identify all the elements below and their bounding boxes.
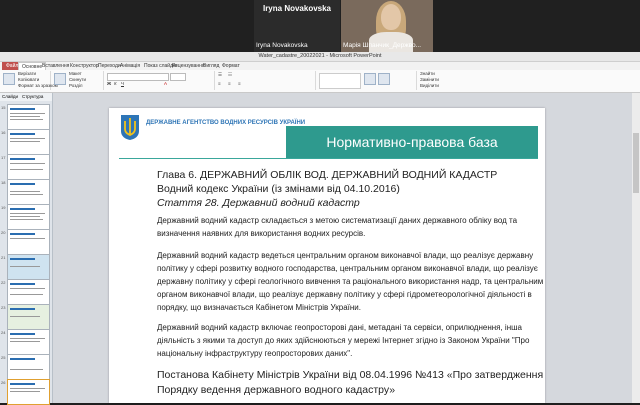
slide-thumbnail[interactable] [7, 279, 50, 305]
paragraph-line: державну політику у сфері геологічного в… [157, 277, 544, 286]
slide-number: 23 [1, 305, 6, 310]
slide-thumbnail[interactable] [7, 354, 50, 380]
slide-number: 22 [1, 280, 6, 285]
reset-button[interactable]: Скинути [69, 77, 86, 82]
slide-heading-banner: Нормативно-правова база [286, 126, 538, 158]
window-titlebar: Water_cadastre_20022021 - Microsoft Powe… [0, 52, 640, 62]
slide-heading: Нормативно-правова база [326, 134, 498, 150]
tab-transitions[interactable]: Переходи [98, 62, 121, 70]
slide-number: 26 [1, 380, 6, 385]
tab-insert[interactable]: Вставлення [42, 62, 69, 70]
window-title: Water_cadastre_20022021 - Microsoft Powe… [258, 53, 382, 59]
numbering-icon[interactable]: ☷ [228, 72, 232, 78]
shapes-gallery[interactable] [319, 73, 361, 89]
slide-number: 20 [1, 230, 6, 235]
code-title: Водний кодекс України (із змінами від 04… [157, 183, 400, 195]
slide-number: 24 [1, 330, 6, 335]
align-center-icon[interactable]: ≡ [228, 81, 231, 86]
paragraph-line: визначення наявних для використання водн… [157, 229, 366, 238]
participant-tile-speaker[interactable]: Iryna Novakovska Iryna Novakovska [254, 0, 340, 52]
slide-thumbnail[interactable] [7, 204, 50, 230]
slide-number: 25 [1, 355, 6, 360]
tab-review[interactable]: Рецензування [172, 62, 205, 70]
slide-thumbnail[interactable] [7, 229, 50, 255]
participant-caption: Iryna Novakovska [256, 42, 308, 49]
group-paragraph: ☰ ☷ ≡ ≡ ≡ [215, 71, 316, 90]
slide-number: 17 [1, 155, 6, 160]
paragraph-line: національну інфраструктуру геопросторови… [157, 349, 353, 358]
slide-thumbnail[interactable] [7, 104, 50, 130]
heading-divider [119, 158, 538, 159]
chapter-title: Глава 6. ДЕРЖАВНИЙ ОБЛІК ВОД. ДЕРЖАВНИЙ … [157, 169, 498, 181]
participant-tile-video[interactable]: Марія Шпанчик_Держво... [341, 0, 433, 52]
resolution-title: Порядку ведення державного водного кадас… [157, 384, 396, 396]
arrange-icon[interactable] [364, 73, 376, 85]
tab-outline[interactable]: Структура [22, 93, 43, 101]
underline-icon[interactable]: Ч [121, 81, 124, 86]
trident-emblem-icon [121, 115, 139, 140]
bullets-icon[interactable]: ☰ [218, 72, 222, 78]
slide-number: 21 [1, 255, 6, 260]
group-editing: Знайти Замінити Виділити [417, 71, 467, 90]
tab-design[interactable]: Конструктор [70, 62, 99, 70]
paragraph-line: органом виконавчої влади, що реалізує де… [157, 290, 532, 299]
ribbon-tabs: Файл Основне Вставлення Конструктор Пере… [0, 62, 640, 71]
tab-slides-thumbs[interactable]: Слайди [2, 93, 18, 101]
align-right-icon[interactable]: ≡ [238, 81, 241, 86]
paragraph-line: діяльність з якими та доступ до яких зді… [157, 336, 530, 345]
article-title: Стаття 28. Державний водний кадастр [157, 197, 360, 209]
vertical-scrollbar[interactable] [632, 93, 640, 403]
align-left-icon[interactable]: ≡ [218, 81, 221, 86]
paste-icon[interactable] [3, 73, 15, 85]
paragraph-line: порядку, що визначається Кабінетом Мініс… [157, 303, 361, 312]
slide-thumbnail[interactable] [7, 154, 50, 180]
slides-panel: Слайди Структура 15 16 17 18 19 20 21 22… [0, 93, 53, 405]
slide-number: 16 [1, 130, 6, 135]
video-call-bar: Iryna Novakovska Iryna Novakovska Марія … [0, 0, 640, 52]
participant-caption: Марія Шпанчик_Держво... [343, 42, 422, 49]
tab-view[interactable]: Вигляд [203, 62, 219, 70]
slide-thumbnail[interactable] [7, 329, 50, 355]
italic-icon[interactable]: К [114, 81, 117, 86]
layout-button[interactable]: Макет [69, 71, 82, 76]
paragraph-line: політику у сфері розвитку водного господ… [157, 264, 538, 273]
panel-tabs: Слайди Структура [0, 93, 52, 101]
new-slide-icon[interactable] [54, 73, 66, 85]
cut-button[interactable]: Вирізати [18, 71, 36, 76]
resolution-title: Постанова Кабінету Міністрів України від… [157, 369, 544, 381]
group-slides: Макет Скинути Розділ [51, 71, 104, 90]
tab-animation[interactable]: Анімація [120, 62, 140, 70]
speaker-name: Iryna Novakovska [262, 4, 332, 13]
current-slide[interactable]: ДЕРЖАВНЕ АГЕНТСТВО ВОДНИХ РЕСУРСІВ УКРАЇ… [109, 108, 545, 403]
ribbon: Вирізати Копіювати Формат за зразком Мак… [0, 70, 640, 93]
slide-thumbnail[interactable] [7, 129, 50, 155]
slide-thumbnail-selected[interactable] [7, 379, 50, 405]
agency-name: ДЕРЖАВНЕ АГЕНТСТВО ВОДНИХ РЕСУРСІВ УКРАЇ… [146, 120, 306, 126]
paragraph-line: Державний водний кадастр включає геопрос… [157, 323, 522, 332]
group-drawing [316, 71, 417, 90]
section-button[interactable]: Розділ [69, 83, 82, 88]
bold-icon[interactable]: Ж [107, 81, 111, 86]
paragraph-line: Державний водний кадастр складається з м… [157, 216, 518, 225]
slide-number: 15 [1, 105, 6, 110]
select-button[interactable]: Виділити [420, 83, 439, 88]
font-color-icon[interactable]: А [164, 81, 167, 86]
slide-thumbnail[interactable] [7, 179, 50, 205]
slide-thumbnail[interactable] [7, 304, 50, 330]
slide-number: 18 [1, 180, 6, 185]
find-button[interactable]: Знайти [420, 71, 435, 76]
font-size-select[interactable] [170, 73, 186, 81]
font-name-select[interactable] [107, 73, 169, 81]
slide-thumbnail[interactable] [7, 254, 50, 280]
paragraph-line: Державний водний кадастр ведеться центра… [157, 251, 534, 260]
scrollbar-thumb[interactable] [633, 133, 639, 193]
slide-number: 19 [1, 205, 6, 210]
group-font: Ж К Ч А [104, 71, 215, 90]
quick-styles-icon[interactable] [378, 73, 390, 85]
replace-button[interactable]: Замінити [420, 77, 439, 82]
copy-button[interactable]: Копіювати [18, 77, 39, 82]
participant-video-face [381, 4, 401, 30]
tab-format[interactable]: Формат [222, 62, 240, 70]
group-clipboard: Вирізати Копіювати Формат за зразком [0, 71, 58, 90]
